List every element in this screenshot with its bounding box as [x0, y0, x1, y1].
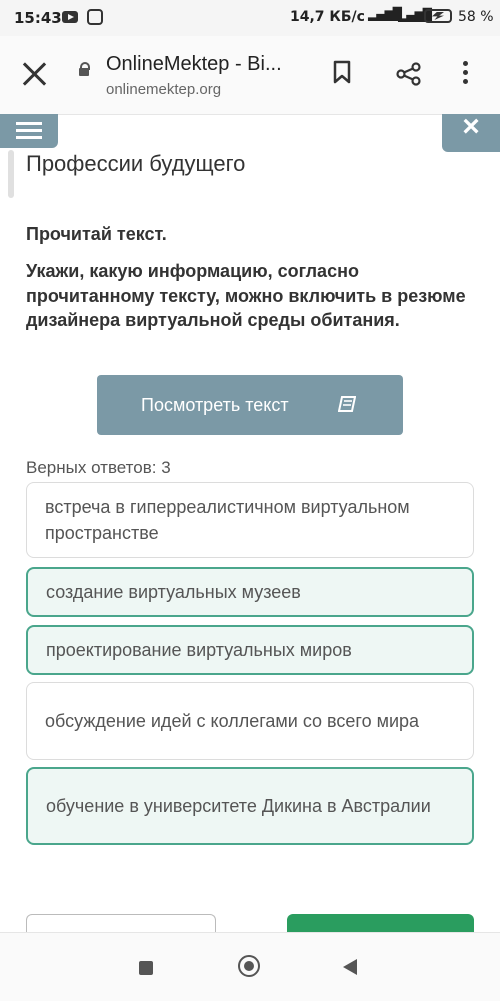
answer-option-text: создание виртуальных музеев	[46, 582, 301, 602]
menu-icon[interactable]	[0, 114, 58, 148]
battery-icon	[424, 9, 452, 23]
answer-option-2[interactable]: создание виртуальных музеев	[26, 567, 474, 617]
book-icon	[337, 396, 357, 412]
page-url[interactable]: onlinemektep.org	[106, 81, 221, 98]
answer-option-text: проектирование виртуальных миров	[46, 640, 352, 660]
recent-apps-icon[interactable]	[139, 961, 153, 975]
answer-option-4[interactable]: обсуждение идей с коллегами со всего мир…	[26, 682, 474, 760]
page-title: OnlineMektep - Bi...	[106, 53, 282, 75]
task-question: Укажи, какую информацию, согласно прочит…	[26, 261, 466, 330]
answer-option-5[interactable]: обучение в университете Дикина в Австрал…	[26, 767, 474, 845]
browser-toolbar: OnlineMektep - Bi... onlinemektep.org	[0, 36, 500, 115]
cellular-signal-icon: ▂▄▆█	[368, 7, 402, 21]
answer-option-text: обсуждение идей с коллегами со всего мир…	[45, 711, 420, 731]
close-lesson-icon[interactable]: ×	[442, 112, 500, 152]
instagram-icon	[87, 9, 103, 25]
home-icon[interactable]	[238, 955, 260, 977]
share-icon[interactable]	[396, 62, 422, 86]
bookmark-icon[interactable]	[333, 60, 351, 84]
lock-icon	[79, 62, 90, 76]
navigation-bar	[0, 932, 500, 1001]
status-bar: 15:43 14,7 КБ/с ▂▄▆█ ▂▄▆█ 58 %	[0, 0, 500, 36]
lesson-title: Профессии будущего	[26, 151, 246, 176]
answer-option-text: встреча в гиперреалистичном виртуальном …	[45, 497, 410, 543]
back-icon[interactable]	[343, 959, 357, 975]
view-text-button[interactable]: Посмотреть текст	[97, 375, 403, 435]
network-speed: 14,7 КБ/с	[290, 9, 365, 25]
scrollbar[interactable]	[8, 150, 14, 198]
correct-answers-count: Верных ответов: 3	[26, 458, 171, 477]
answer-option-3[interactable]: проектирование виртуальных миров	[26, 625, 474, 675]
more-options-icon[interactable]	[463, 61, 469, 88]
battery-percent: 58 %	[458, 9, 494, 25]
task-instruction: Прочитай текст.	[26, 224, 167, 244]
answer-option-1[interactable]: встреча в гиперреалистичном виртуальном …	[26, 482, 474, 558]
close-icon[interactable]	[20, 60, 48, 88]
youtube-icon	[62, 11, 78, 23]
status-time: 15:43	[14, 9, 62, 27]
answer-option-text: обучение в университете Дикина в Австрал…	[46, 796, 431, 816]
view-text-label: Посмотреть текст	[141, 395, 289, 415]
